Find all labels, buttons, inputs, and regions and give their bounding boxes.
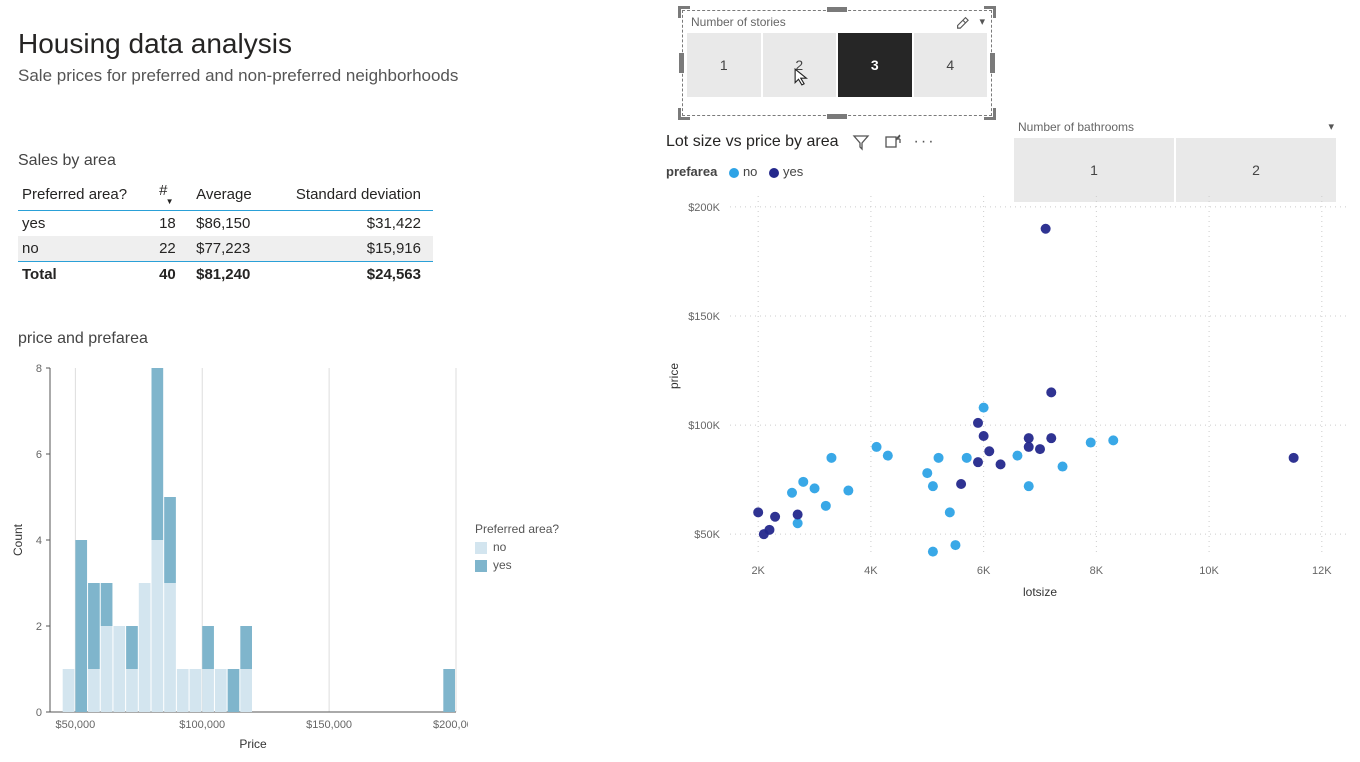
table-header-row: Preferred area? #▼ Average Standard devi… bbox=[18, 178, 433, 211]
chevron-down-icon[interactable]: ▾ bbox=[979, 15, 985, 28]
legend-label-yes[interactable]: yes bbox=[783, 164, 803, 179]
page-title: Housing data analysis bbox=[18, 28, 292, 60]
legend-dot-yes bbox=[769, 168, 779, 178]
sales-by-area-table: Preferred area? #▼ Average Standard devi… bbox=[18, 178, 433, 287]
slicer-option-4[interactable]: 4 bbox=[914, 33, 988, 97]
svg-text:2: 2 bbox=[36, 621, 42, 633]
slicer-bath-title: Number of bathrooms bbox=[1010, 116, 1340, 134]
svg-text:8K: 8K bbox=[1090, 565, 1104, 577]
more-options-icon[interactable]: ··· bbox=[915, 132, 935, 152]
legend-field: prefarea bbox=[666, 164, 717, 179]
svg-text:$50K: $50K bbox=[694, 529, 720, 541]
svg-text:$150,000: $150,000 bbox=[306, 719, 352, 731]
svg-text:$200,000: $200,000 bbox=[433, 719, 468, 731]
svg-text:4K: 4K bbox=[864, 565, 878, 577]
legend-dot-no bbox=[729, 168, 739, 178]
svg-text:$100K: $100K bbox=[688, 420, 720, 432]
legend-swatch-yes bbox=[475, 560, 487, 572]
svg-text:6K: 6K bbox=[977, 565, 991, 577]
table-row[interactable]: no 22 $77,223 $15,916 bbox=[18, 236, 433, 262]
scatter-header: Lot size vs price by area ··· bbox=[666, 132, 935, 152]
legend-item-yes[interactable]: yes bbox=[475, 558, 559, 572]
svg-text:lotsize: lotsize bbox=[1023, 585, 1057, 599]
svg-text:Count: Count bbox=[11, 523, 25, 556]
svg-text:$200K: $200K bbox=[688, 202, 720, 214]
legend-swatch-no bbox=[475, 542, 487, 554]
slicer-option-2[interactable]: 2 bbox=[763, 33, 837, 97]
svg-text:$50,000: $50,000 bbox=[55, 719, 95, 731]
svg-text:12K: 12K bbox=[1312, 565, 1332, 577]
table-row[interactable]: yes 18 $86,150 $31,422 bbox=[18, 211, 433, 237]
slicer-option-1[interactable]: 1 bbox=[687, 33, 761, 97]
svg-text:2K: 2K bbox=[751, 565, 765, 577]
slicer-stories-title: Number of stories bbox=[683, 11, 991, 29]
svg-text:0: 0 bbox=[36, 707, 42, 719]
scatter-legend: prefarea no yes bbox=[666, 164, 803, 179]
chevron-down-icon[interactable]: ▾ bbox=[1328, 120, 1334, 133]
svg-text:$150K: $150K bbox=[688, 311, 720, 323]
svg-text:Price: Price bbox=[239, 737, 267, 751]
col-count[interactable]: #▼ bbox=[155, 178, 192, 211]
histogram-legend: Preferred area? no yes bbox=[475, 522, 559, 572]
histogram-chart[interactable]: 0 2 4 6 8 $50,000 $100,000 $150,000 $200,000 Pric… bbox=[8, 358, 468, 762]
col-stddev[interactable]: Standard deviation bbox=[273, 178, 433, 211]
svg-text:4: 4 bbox=[36, 535, 42, 547]
col-preferred[interactable]: Preferred area? bbox=[18, 178, 155, 211]
slicer-option-3[interactable]: 3 bbox=[838, 33, 912, 97]
page-subtitle: Sale prices for preferred and non-prefer… bbox=[18, 66, 458, 86]
scatter-chart[interactable]: 2K 4K 6K 8K 10K 12K $50K $100K $150K $200K lotsize… bbox=[660, 186, 1360, 606]
svg-text:6: 6 bbox=[36, 449, 42, 461]
table-total-row: Total 40 $81,240 $24,563 bbox=[18, 262, 433, 288]
svg-text:8: 8 bbox=[36, 363, 42, 375]
scatter-title: Lot size vs price by area bbox=[666, 133, 839, 151]
legend-label-no[interactable]: no bbox=[743, 164, 757, 179]
histogram-title: price and prefarea bbox=[18, 330, 148, 348]
svg-text:$100,000: $100,000 bbox=[179, 719, 225, 731]
filter-icon[interactable] bbox=[851, 132, 871, 152]
sales-by-area-title: Sales by area bbox=[18, 152, 116, 170]
legend-title: Preferred area? bbox=[475, 522, 559, 536]
focus-mode-icon[interactable] bbox=[883, 132, 903, 152]
eraser-icon[interactable] bbox=[955, 15, 969, 29]
svg-text:10K: 10K bbox=[1199, 565, 1219, 577]
slicer-stories[interactable]: Number of stories ▾ 1234 bbox=[682, 10, 992, 116]
col-average[interactable]: Average bbox=[192, 178, 273, 211]
legend-item-no[interactable]: no bbox=[475, 540, 559, 554]
svg-text:price: price bbox=[667, 363, 681, 389]
